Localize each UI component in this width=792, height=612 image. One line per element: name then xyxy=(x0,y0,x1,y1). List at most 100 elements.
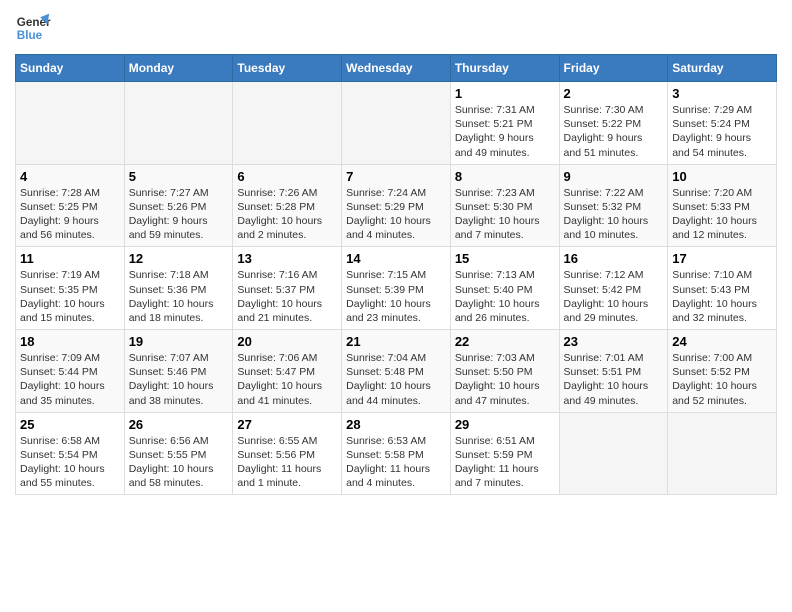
calendar-cell: 16 Sunrise: 7:12 AM Sunset: 5:42 PM Dayli… xyxy=(559,247,668,330)
calendar-cell: 4 Sunrise: 7:28 AM Sunset: 5:25 PM Daylig… xyxy=(16,164,125,247)
day-info: Sunrise: 7:18 AM Sunset: 5:36 PM Dayligh… xyxy=(129,268,229,325)
day-info: Sunrise: 7:03 AM Sunset: 5:50 PM Dayligh… xyxy=(455,351,555,408)
day-info: Sunrise: 7:06 AM Sunset: 5:47 PM Dayligh… xyxy=(237,351,337,408)
column-header-monday: Monday xyxy=(124,55,233,82)
calendar-cell: 20 Sunrise: 7:06 AM Sunset: 5:47 PM Dayli… xyxy=(233,330,342,413)
day-number: 7 xyxy=(346,169,446,184)
day-number: 25 xyxy=(20,417,120,432)
day-number: 1 xyxy=(455,86,555,101)
day-info: Sunrise: 7:28 AM Sunset: 5:25 PM Dayligh… xyxy=(20,186,120,243)
header: General Blue xyxy=(15,10,777,46)
calendar-week-row: 25 Sunrise: 6:58 AM Sunset: 5:54 PM Dayli… xyxy=(16,412,777,495)
day-number: 4 xyxy=(20,169,120,184)
day-number: 24 xyxy=(672,334,772,349)
column-header-thursday: Thursday xyxy=(450,55,559,82)
calendar-cell: 27Sunrise: 6:55 AM Sunset: 5:56 PM Dayli… xyxy=(233,412,342,495)
calendar-cell: 21 Sunrise: 7:04 AM Sunset: 5:48 PM Dayli… xyxy=(342,330,451,413)
day-number: 17 xyxy=(672,251,772,266)
day-number: 11 xyxy=(20,251,120,266)
calendar-cell: 23 Sunrise: 7:01 AM Sunset: 5:51 PM Dayli… xyxy=(559,330,668,413)
calendar-cell: 6 Sunrise: 7:26 AM Sunset: 5:28 PM Daylig… xyxy=(233,164,342,247)
calendar-cell: 11 Sunrise: 7:19 AM Sunset: 5:35 PM Dayli… xyxy=(16,247,125,330)
column-header-saturday: Saturday xyxy=(668,55,777,82)
calendar-header-row: SundayMondayTuesdayWednesdayThursdayFrid… xyxy=(16,55,777,82)
day-info: Sunrise: 7:29 AM Sunset: 5:24 PM Dayligh… xyxy=(672,103,772,160)
calendar-cell: 22 Sunrise: 7:03 AM Sunset: 5:50 PM Dayli… xyxy=(450,330,559,413)
day-info: Sunrise: 6:53 AM Sunset: 5:58 PM Dayligh… xyxy=(346,434,446,491)
day-number: 23 xyxy=(564,334,664,349)
day-info: Sunrise: 7:30 AM Sunset: 5:22 PM Dayligh… xyxy=(564,103,664,160)
day-info: Sunrise: 7:10 AM Sunset: 5:43 PM Dayligh… xyxy=(672,268,772,325)
day-info: Sunrise: 7:13 AM Sunset: 5:40 PM Dayligh… xyxy=(455,268,555,325)
day-info: Sunrise: 7:31 AM Sunset: 5:21 PM Dayligh… xyxy=(455,103,555,160)
calendar-cell: 24 Sunrise: 7:00 AM Sunset: 5:52 PM Dayli… xyxy=(668,330,777,413)
day-info: Sunrise: 7:09 AM Sunset: 5:44 PM Dayligh… xyxy=(20,351,120,408)
day-info: Sunrise: 7:12 AM Sunset: 5:42 PM Dayligh… xyxy=(564,268,664,325)
calendar-week-row: 18 Sunrise: 7:09 AM Sunset: 5:44 PM Dayli… xyxy=(16,330,777,413)
calendar-cell: 19Sunrise: 7:07 AM Sunset: 5:46 PM Dayli… xyxy=(124,330,233,413)
calendar-cell: 14 Sunrise: 7:15 AM Sunset: 5:39 PM Dayli… xyxy=(342,247,451,330)
calendar-cell: 29 Sunrise: 6:51 AM Sunset: 5:59 PM Dayli… xyxy=(450,412,559,495)
calendar-cell: 26 Sunrise: 6:56 AM Sunset: 5:55 PM Dayli… xyxy=(124,412,233,495)
day-number: 6 xyxy=(237,169,337,184)
day-number: 29 xyxy=(455,417,555,432)
day-number: 14 xyxy=(346,251,446,266)
calendar-cell: 3 Sunrise: 7:29 AM Sunset: 5:24 PM Daylig… xyxy=(668,82,777,165)
day-info: Sunrise: 6:51 AM Sunset: 5:59 PM Dayligh… xyxy=(455,434,555,491)
calendar-cell xyxy=(668,412,777,495)
day-number: 22 xyxy=(455,334,555,349)
calendar-cell: 10 Sunrise: 7:20 AM Sunset: 5:33 PM Dayli… xyxy=(668,164,777,247)
day-number: 19 xyxy=(129,334,229,349)
day-number: 3 xyxy=(672,86,772,101)
day-number: 26 xyxy=(129,417,229,432)
day-number: 21 xyxy=(346,334,446,349)
day-number: 13 xyxy=(237,251,337,266)
logo: General Blue xyxy=(15,10,51,46)
calendar-cell: 12 Sunrise: 7:18 AM Sunset: 5:36 PM Dayli… xyxy=(124,247,233,330)
column-header-tuesday: Tuesday xyxy=(233,55,342,82)
day-info: Sunrise: 7:20 AM Sunset: 5:33 PM Dayligh… xyxy=(672,186,772,243)
day-info: Sunrise: 7:23 AM Sunset: 5:30 PM Dayligh… xyxy=(455,186,555,243)
day-info: Sunrise: 6:56 AM Sunset: 5:55 PM Dayligh… xyxy=(129,434,229,491)
day-info: Sunrise: 7:00 AM Sunset: 5:52 PM Dayligh… xyxy=(672,351,772,408)
calendar-cell: 25 Sunrise: 6:58 AM Sunset: 5:54 PM Dayli… xyxy=(16,412,125,495)
day-number: 18 xyxy=(20,334,120,349)
day-info: Sunrise: 7:27 AM Sunset: 5:26 PM Dayligh… xyxy=(129,186,229,243)
calendar-cell xyxy=(16,82,125,165)
calendar-table: SundayMondayTuesdayWednesdayThursdayFrid… xyxy=(15,54,777,495)
day-number: 2 xyxy=(564,86,664,101)
day-number: 10 xyxy=(672,169,772,184)
calendar-cell: 15 Sunrise: 7:13 AM Sunset: 5:40 PM Dayli… xyxy=(450,247,559,330)
day-info: Sunrise: 7:16 AM Sunset: 5:37 PM Dayligh… xyxy=(237,268,337,325)
day-info: Sunrise: 7:01 AM Sunset: 5:51 PM Dayligh… xyxy=(564,351,664,408)
day-number: 15 xyxy=(455,251,555,266)
calendar-week-row: 4 Sunrise: 7:28 AM Sunset: 5:25 PM Daylig… xyxy=(16,164,777,247)
day-number: 16 xyxy=(564,251,664,266)
day-info: Sunrise: 7:04 AM Sunset: 5:48 PM Dayligh… xyxy=(346,351,446,408)
day-info: Sunrise: 7:19 AM Sunset: 5:35 PM Dayligh… xyxy=(20,268,120,325)
day-number: 28 xyxy=(346,417,446,432)
calendar-cell xyxy=(233,82,342,165)
day-number: 12 xyxy=(129,251,229,266)
calendar-cell: 8 Sunrise: 7:23 AM Sunset: 5:30 PM Daylig… xyxy=(450,164,559,247)
day-number: 8 xyxy=(455,169,555,184)
calendar-cell: 2 Sunrise: 7:30 AM Sunset: 5:22 PM Daylig… xyxy=(559,82,668,165)
calendar-week-row: 1 Sunrise: 7:31 AM Sunset: 5:21 PM Daylig… xyxy=(16,82,777,165)
day-number: 20 xyxy=(237,334,337,349)
day-info: Sunrise: 7:26 AM Sunset: 5:28 PM Dayligh… xyxy=(237,186,337,243)
calendar-cell: 13 Sunrise: 7:16 AM Sunset: 5:37 PM Dayli… xyxy=(233,247,342,330)
svg-text:Blue: Blue xyxy=(17,29,43,42)
day-number: 5 xyxy=(129,169,229,184)
day-info: Sunrise: 7:15 AM Sunset: 5:39 PM Dayligh… xyxy=(346,268,446,325)
calendar-cell: 1 Sunrise: 7:31 AM Sunset: 5:21 PM Daylig… xyxy=(450,82,559,165)
column-header-wednesday: Wednesday xyxy=(342,55,451,82)
calendar-cell: 9Sunrise: 7:22 AM Sunset: 5:32 PM Daylig… xyxy=(559,164,668,247)
calendar-cell: 18 Sunrise: 7:09 AM Sunset: 5:44 PM Dayli… xyxy=(16,330,125,413)
day-info: Sunrise: 6:58 AM Sunset: 5:54 PM Dayligh… xyxy=(20,434,120,491)
calendar-cell: 17 Sunrise: 7:10 AM Sunset: 5:43 PM Dayli… xyxy=(668,247,777,330)
calendar-week-row: 11 Sunrise: 7:19 AM Sunset: 5:35 PM Dayli… xyxy=(16,247,777,330)
column-header-friday: Friday xyxy=(559,55,668,82)
day-info: Sunrise: 6:55 AM Sunset: 5:56 PM Dayligh… xyxy=(237,434,337,491)
day-info: Sunrise: 7:22 AM Sunset: 5:32 PM Dayligh… xyxy=(564,186,664,243)
calendar-cell xyxy=(342,82,451,165)
